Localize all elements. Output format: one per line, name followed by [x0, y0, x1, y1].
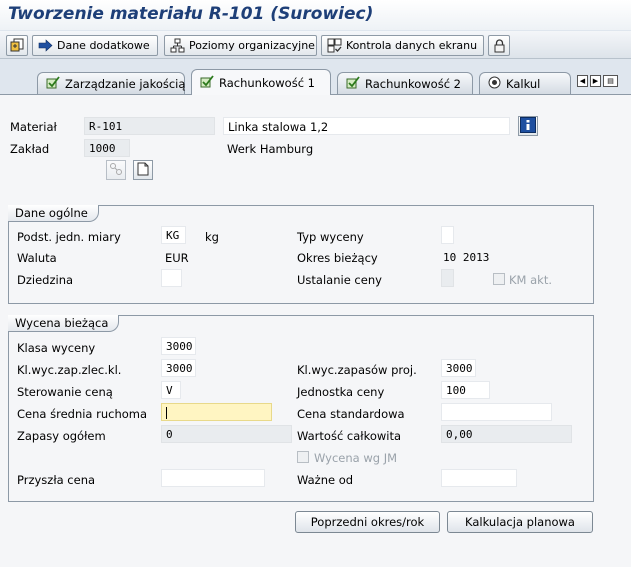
- valuation-type-label: Typ wyceny: [297, 230, 364, 244]
- tab-costing[interactable]: Kalkul: [479, 72, 571, 94]
- org-data-button[interactable]: [106, 160, 126, 180]
- future-price-label: Przyszła cena: [17, 473, 96, 487]
- arrow-right-icon: [38, 38, 53, 53]
- vc-sales-order-label: Kl.wyc.zap.zlec.kl.: [17, 363, 122, 377]
- org-levels-button[interactable]: Poziomy organizacyjne: [164, 35, 317, 56]
- division-field[interactable]: [161, 269, 182, 287]
- valuation-type-field[interactable]: [441, 226, 454, 244]
- base-unit-text: kg: [205, 230, 219, 244]
- valid-from-label: Ważne od: [297, 473, 354, 487]
- currency-value: EUR: [165, 251, 189, 265]
- check-screen-data-label: Kontrola danych ekranu: [346, 39, 478, 52]
- price-unit-label: Jednostka ceny: [297, 385, 385, 399]
- division-label: Dziedzina: [17, 273, 74, 287]
- standard-price-field[interactable]: [441, 403, 552, 421]
- vc-sales-order-field[interactable]: 3000: [161, 359, 196, 377]
- material-field: R-101: [84, 117, 215, 135]
- valuated-um-label: Wycena wg JM: [314, 451, 398, 465]
- org-levels-label: Poziomy organizacyjne: [189, 39, 315, 52]
- additional-data-button[interactable]: Dane dodatkowe: [32, 35, 158, 56]
- moving-price-label: Cena średnia ruchoma: [17, 407, 148, 421]
- tab-label: Zarządzanie jakością: [65, 76, 186, 91]
- tab-list-icon[interactable]: ▤: [603, 75, 618, 87]
- price-determination-label: Ustalanie ceny: [297, 273, 382, 287]
- additional-data-label: Dane dodatkowe: [57, 39, 150, 52]
- check-icon: [346, 75, 360, 92]
- document-button[interactable]: [133, 160, 153, 180]
- valid-from-field[interactable]: [441, 469, 517, 487]
- moving-price-field[interactable]: [161, 403, 272, 421]
- total-value-field: 0,00: [441, 425, 572, 443]
- planned-costing-button[interactable]: Kalkulacja planowa: [447, 511, 593, 533]
- vc-project-stock-label: Kl.wyc.zapasów proj.: [297, 363, 417, 377]
- check-icon: [46, 75, 60, 92]
- tab-label: Rachunkowość 1: [219, 75, 315, 90]
- plant-label: Zakład: [10, 142, 50, 156]
- tab-strip: Zarządzanie jakością Rachunkowość 1 Rach…: [0, 68, 631, 95]
- current-period-label: Okres bieżący: [297, 251, 378, 265]
- price-control-field[interactable]: V: [161, 381, 181, 399]
- display-change-icon: [10, 38, 25, 53]
- tab-label: Rachunkowość 2: [365, 76, 461, 91]
- check-icon: [200, 74, 214, 91]
- org-data-icon: [109, 162, 123, 179]
- base-unit-field[interactable]: KG: [161, 226, 186, 244]
- total-stock-field: 0: [161, 425, 292, 443]
- info-icon: [520, 116, 536, 136]
- check-data-icon: [327, 38, 342, 53]
- plant-description: Werk Hamburg: [227, 142, 314, 156]
- display-change-button[interactable]: [6, 35, 28, 56]
- general-data-title: Dane ogólne: [8, 205, 99, 222]
- total-stock-label: Zapasy ogółem: [17, 429, 106, 443]
- document-icon: [137, 162, 149, 179]
- org-levels-icon: [170, 38, 185, 53]
- app-toolbar: Dane dodatkowe Poziomy organizacyjne Kon…: [0, 31, 631, 59]
- base-unit-label: Podst. jedn. miary: [17, 230, 121, 244]
- lock-button[interactable]: [488, 35, 510, 56]
- tab-accounting-2[interactable]: Rachunkowość 2: [337, 72, 473, 94]
- total-value-label: Wartość całkowita: [297, 429, 402, 443]
- valuation-class-label: Klasa wyceny: [17, 341, 96, 355]
- info-button[interactable]: [518, 116, 538, 136]
- vc-project-stock-field[interactable]: 3000: [441, 359, 476, 377]
- standard-price-label: Cena standardowa: [297, 407, 405, 421]
- title-bar: Tworzenie materiału R-101 (Surowiec): [0, 0, 631, 30]
- price-determination-field: [441, 269, 454, 287]
- text-cursor: [166, 407, 167, 419]
- previous-period-button[interactable]: Poprzedni okres/rok: [295, 511, 440, 533]
- material-description-field[interactable]: Linka stalowa 1,2: [223, 117, 510, 135]
- tab-label: Kalkul: [506, 76, 541, 91]
- current-period-value: 10 2013: [443, 251, 490, 264]
- lock-icon: [492, 38, 507, 53]
- material-label: Materiał: [10, 120, 57, 134]
- future-price-field[interactable]: [161, 469, 265, 487]
- plant-field: 1000: [84, 139, 130, 157]
- tab-quality-management[interactable]: Zarządzanie jakością: [37, 72, 185, 94]
- valuation-class-field[interactable]: 3000: [161, 337, 196, 355]
- tab-scroll-left-icon[interactable]: ◀: [577, 75, 588, 87]
- valuated-um-checkbox[interactable]: [297, 451, 309, 463]
- window-title: Tworzenie materiału R-101 (Surowiec): [8, 4, 374, 24]
- ml-active-label: KM akt.: [509, 273, 552, 287]
- current-valuation-title: Wycena bieżąca: [8, 315, 120, 332]
- price-control-label: Sterowanie ceną: [17, 385, 113, 399]
- price-unit-field[interactable]: 100: [441, 381, 490, 399]
- tab-scroll-right-icon[interactable]: ▶: [590, 75, 601, 87]
- ml-active-checkbox[interactable]: [493, 273, 505, 285]
- tab-content-panel: Materiał R-101 Linka stalowa 1,2 Zakład …: [0, 94, 631, 567]
- target-icon: [488, 76, 501, 92]
- tab-accounting-1[interactable]: Rachunkowość 1: [191, 69, 331, 95]
- currency-label: Waluta: [17, 251, 57, 265]
- check-screen-data-button[interactable]: Kontrola danych ekranu: [321, 35, 484, 56]
